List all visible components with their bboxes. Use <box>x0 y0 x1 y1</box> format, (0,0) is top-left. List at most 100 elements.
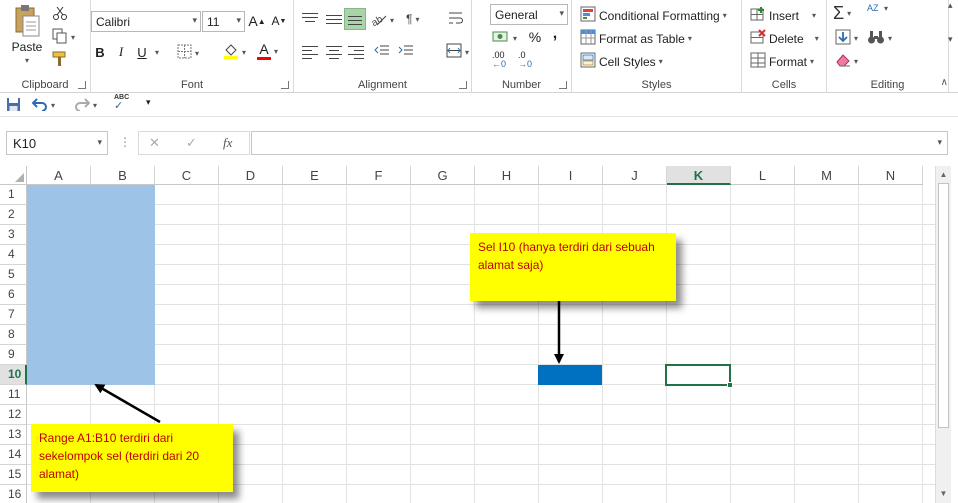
align-left-icon[interactable] <box>302 46 318 59</box>
scroll-up-icon[interactable]: ▲ <box>936 168 951 182</box>
middle-align-icon[interactable] <box>326 13 342 26</box>
bottom-align-button[interactable] <box>344 8 366 30</box>
expand-formula-bar-icon[interactable]: ▾ <box>937 137 942 148</box>
number-format-box[interactable]: General ▾ <box>490 4 568 25</box>
clear-button[interactable]: ▾ <box>835 52 858 71</box>
increase-indent-button[interactable] <box>398 44 414 62</box>
row-header-8[interactable]: 8 <box>0 325 27 345</box>
align-center-icon[interactable] <box>326 46 342 59</box>
fill-color-dropdown-icon[interactable]: ▾ <box>242 48 246 57</box>
format-as-table-button[interactable]: Format as Table ▾ <box>580 29 692 48</box>
format-cells-button[interactable]: Format ▾ <box>750 52 814 71</box>
column-header-e[interactable]: E <box>283 166 347 185</box>
font-size-dropdown-icon[interactable]: ▾ <box>236 15 241 26</box>
cell-i10[interactable] <box>538 365 602 385</box>
font-name-box[interactable]: Calibri ▾ <box>91 11 201 32</box>
formula-bar-splitter-icon[interactable]: ⋮ <box>119 135 131 149</box>
font-color-dropdown-icon[interactable]: ▾ <box>274 47 278 56</box>
orientation-dropdown-icon[interactable]: ▾ <box>390 16 394 25</box>
column-header-l[interactable]: L <box>731 166 795 185</box>
font-color-button[interactable]: A ▾ <box>257 42 278 60</box>
delete-cells-button[interactable]: Delete ▾ <box>750 29 819 48</box>
autosum-button[interactable]: Σ ▾ <box>833 3 851 23</box>
number-launcher-icon[interactable] <box>559 81 567 89</box>
row-header-7[interactable]: 7 <box>0 305 27 325</box>
row-header-6[interactable]: 6 <box>0 285 27 305</box>
spelling-button[interactable]: ABC ✓ <box>114 94 129 112</box>
column-header-i[interactable]: I <box>539 166 603 185</box>
active-cell-k10[interactable] <box>665 364 733 388</box>
redo-dropdown-icon[interactable]: ▾ <box>93 101 97 110</box>
increase-decimal-button[interactable]: .00 ←0 <box>492 51 506 69</box>
column-header-f[interactable]: F <box>347 166 411 185</box>
clear-dropdown-icon[interactable]: ▾ <box>854 57 858 66</box>
cell-styles-button[interactable]: Cell Styles ▾ <box>580 52 663 71</box>
paste-button[interactable]: Paste ▾ <box>8 4 46 65</box>
ribbon-scroll-up-icon[interactable]: ▴ <box>948 0 958 12</box>
align-right-icon[interactable] <box>348 46 364 59</box>
percent-button[interactable]: % <box>526 27 544 47</box>
comma-button[interactable]: , <box>546 24 564 44</box>
italic-button[interactable]: I <box>112 42 130 62</box>
row-header-3[interactable]: 3 <box>0 225 27 245</box>
column-header-m[interactable]: M <box>795 166 859 185</box>
scroll-down-icon[interactable]: ▼ <box>936 487 951 501</box>
number-format-dropdown-icon[interactable]: ▾ <box>559 8 564 19</box>
enter-icon[interactable]: ✓ <box>186 135 197 151</box>
scroll-thumb[interactable] <box>938 183 949 428</box>
paragraph-direction-button[interactable]: ¶ ▾ <box>406 12 419 26</box>
fill-dropdown-icon[interactable]: ▾ <box>854 34 858 43</box>
row-header-4[interactable]: 4 <box>0 245 27 265</box>
column-header-n[interactable]: N <box>859 166 923 185</box>
copy-dropdown-icon[interactable]: ▾ <box>71 33 75 42</box>
copy-button[interactable]: ▾ <box>52 28 75 47</box>
name-box[interactable]: K10 ▾ <box>6 131 108 155</box>
column-header-g[interactable]: G <box>411 166 475 185</box>
row-header-10[interactable]: 10 <box>0 365 27 385</box>
customize-qat-icon[interactable]: ▾ <box>146 97 151 108</box>
sort-filter-dropdown-icon[interactable]: ▾ <box>884 4 888 13</box>
insert-function-icon[interactable]: fx <box>223 135 232 151</box>
column-header-b[interactable]: B <box>91 166 155 185</box>
row-header-9[interactable]: 9 <box>0 345 27 365</box>
font-name-dropdown-icon[interactable]: ▾ <box>192 15 197 26</box>
bold-button[interactable]: B <box>91 42 109 62</box>
sort-filter-button[interactable]: AZ ▾ <box>867 4 888 14</box>
range-a1-b10[interactable] <box>27 185 155 385</box>
fill-button[interactable]: ▾ <box>835 29 858 48</box>
undo-dropdown-icon[interactable]: ▾ <box>51 101 55 110</box>
vertical-scrollbar[interactable]: ▲ ▼ <box>935 166 951 503</box>
top-align-icon[interactable] <box>302 13 318 26</box>
ribbon-scroll-down-icon[interactable]: ▾ <box>948 34 958 46</box>
column-header-d[interactable]: D <box>219 166 283 185</box>
merge-center-dropdown-icon[interactable]: ▾ <box>465 48 469 57</box>
find-select-button[interactable]: ▾ <box>867 29 892 48</box>
clipboard-launcher-icon[interactable] <box>78 81 86 89</box>
alignment-launcher-icon[interactable] <box>459 81 467 89</box>
format-painter-button[interactable] <box>52 51 68 70</box>
shrink-font-button[interactable]: A ▼ <box>270 11 288 31</box>
name-box-dropdown-icon[interactable]: ▾ <box>97 137 102 148</box>
column-header-k[interactable]: K <box>667 166 731 185</box>
row-header-14[interactable]: 14 <box>0 445 27 465</box>
cancel-icon[interactable]: ✕ <box>149 135 160 151</box>
save-button[interactable] <box>6 97 21 115</box>
insert-cells-button[interactable]: Insert ▾ <box>750 6 816 25</box>
delete-dropdown-icon[interactable]: ▾ <box>815 34 819 43</box>
row-header-11[interactable]: 11 <box>0 385 27 405</box>
borders-dropdown-icon[interactable]: ▾ <box>195 49 199 58</box>
column-header-j[interactable]: J <box>603 166 667 185</box>
undo-button[interactable]: ▾ <box>31 96 55 114</box>
orientation-button[interactable]: ab ▾ <box>370 12 394 29</box>
row-header-15[interactable]: 15 <box>0 465 27 485</box>
paste-dropdown-icon[interactable]: ▾ <box>25 56 29 65</box>
redo-button[interactable]: ▾ <box>74 96 97 114</box>
row-header-16[interactable]: 16 <box>0 485 27 503</box>
autosum-dropdown-icon[interactable]: ▾ <box>847 9 851 18</box>
font-launcher-icon[interactable] <box>281 81 289 89</box>
conditional-formatting-button[interactable]: Conditional Formatting ▾ <box>580 6 727 25</box>
find-select-dropdown-icon[interactable]: ▾ <box>888 34 892 43</box>
row-header-13[interactable]: 13 <box>0 425 27 445</box>
insert-dropdown-icon[interactable]: ▾ <box>812 11 816 20</box>
column-header-h[interactable]: H <box>475 166 539 185</box>
